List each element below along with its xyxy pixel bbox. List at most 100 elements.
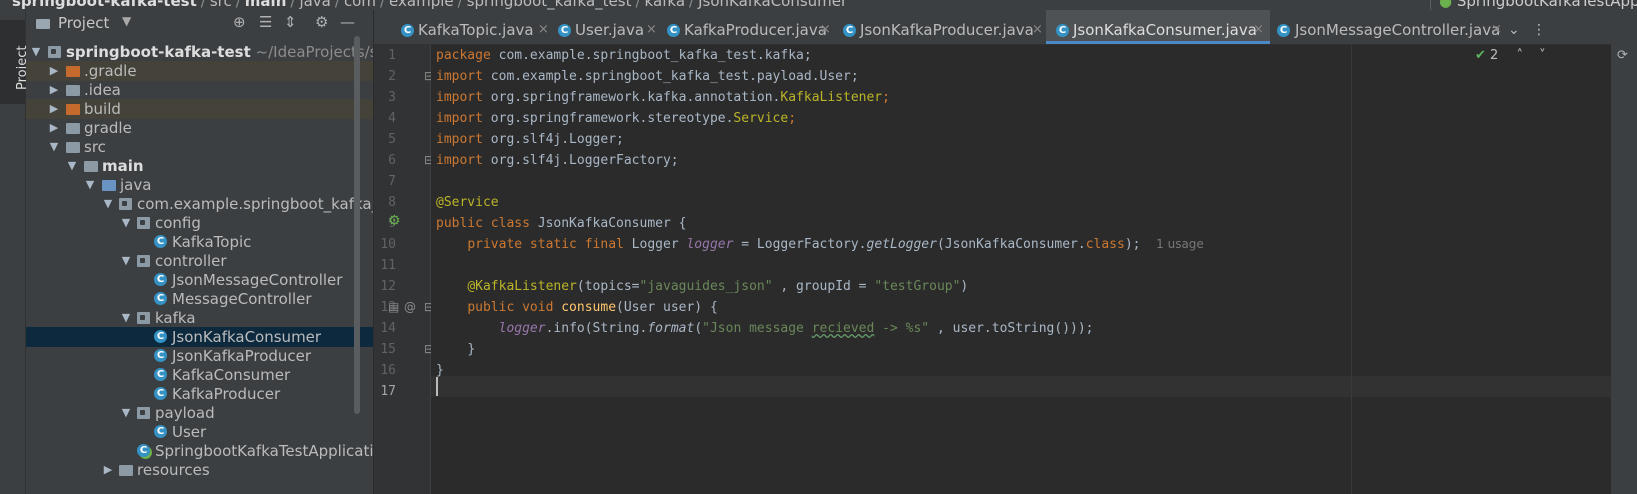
- collapse-all-icon[interactable]: ⇕: [284, 13, 297, 31]
- editor-tab-jsonkafkaproducer[interactable]: C JsonKafkaProducer.java ×: [840, 10, 1047, 44]
- chevron-down-icon[interactable]: ▼: [120, 403, 132, 423]
- tree-item-build[interactable]: ▶ build: [26, 99, 373, 119]
- chevron-down-icon[interactable]: ▼: [30, 42, 42, 62]
- tree-item-springbootkafkatestapplication[interactable]: C SpringbootKafkaTestApplicatio: [26, 441, 373, 461]
- gear-icon[interactable]: ⚙: [315, 13, 328, 31]
- spring-bean-icon[interactable]: ⚙: [388, 213, 401, 229]
- expand-all-icon[interactable]: ☰: [259, 13, 272, 31]
- module-folder-icon: [48, 46, 61, 58]
- chevron-down-icon[interactable]: ▼: [122, 14, 131, 28]
- breadcrumb-item[interactable]: main: [245, 0, 287, 10]
- close-icon[interactable]: ×: [820, 10, 831, 44]
- annotation-at-icon[interactable]: @: [404, 300, 416, 314]
- more-options-icon[interactable]: ⋮: [1532, 10, 1546, 44]
- code-line-5: import org.slf4j.Logger;: [436, 132, 624, 147]
- tree-item-controller[interactable]: ▼ controller: [26, 251, 373, 271]
- tree-item-gradle[interactable]: ▶ gradle: [26, 118, 373, 138]
- project-panel-title[interactable]: Project: [58, 14, 109, 32]
- tree-item-config[interactable]: ▼ config: [26, 213, 373, 233]
- refresh-icon[interactable]: ⟳: [1617, 48, 1628, 63]
- line-number: 2: [388, 69, 396, 84]
- chevron-down-icon[interactable]: ⌄: [1508, 10, 1520, 44]
- tree-item-label: com.example.springboot_kafka_te: [137, 195, 373, 213]
- editor-tab-kafkaproducer[interactable]: C KafkaProducer.java ×: [664, 10, 835, 44]
- chevron-down-icon[interactable]: ▼: [120, 251, 132, 271]
- tree-item-root-package[interactable]: ▼ com.example.springboot_kafka_te: [26, 194, 373, 214]
- breadcrumb-item[interactable]: example: [389, 0, 454, 10]
- editor-tab-jsonmessagecontroller[interactable]: C JsonMessageController.java ×: [1271, 10, 1505, 44]
- package-icon: [137, 255, 150, 267]
- editor-tab-bar: s C KafkaTopic.java × C User.java × C Ka…: [374, 10, 1637, 45]
- line-number: 14: [380, 321, 396, 336]
- inspection-widget[interactable]: ✔ 2 ˄ ˅: [1475, 48, 1546, 63]
- close-icon[interactable]: ×: [1253, 10, 1264, 44]
- tree-item-jsonkafkaconsumer[interactable]: C JsonKafkaConsumer: [26, 327, 373, 347]
- editor-tab-partial[interactable]: s: [374, 10, 388, 44]
- chevron-down-icon[interactable]: ˅: [1539, 48, 1546, 63]
- breadcrumb-item[interactable]: JsonKafkaConsumer: [698, 0, 847, 10]
- class-icon: C: [154, 387, 167, 400]
- tree-item-user[interactable]: C User: [26, 422, 373, 442]
- editor-tab-user[interactable]: C User.java ×: [555, 10, 661, 44]
- project-tree-scrollbar[interactable]: [354, 36, 360, 414]
- close-icon[interactable]: ×: [538, 10, 549, 44]
- folder-icon: [84, 161, 98, 172]
- tree-item-payload[interactable]: ▼ payload: [26, 403, 373, 423]
- tree-item-label: KafkaTopic: [172, 233, 252, 251]
- tree-item-java[interactable]: ▼ java: [26, 175, 373, 195]
- class-icon: C: [154, 235, 167, 248]
- tree-item-main[interactable]: ▼ main: [26, 156, 373, 176]
- usage-hint[interactable]: 1 usage: [1156, 237, 1204, 251]
- tree-item-kafkaproducer[interactable]: C KafkaProducer: [26, 384, 373, 404]
- code-line-4: import org.springframework.stereotype.Se…: [436, 111, 797, 126]
- hide-panel-icon[interactable]: —: [340, 13, 355, 31]
- tree-item-src[interactable]: ▼ src: [26, 137, 373, 157]
- close-icon[interactable]: ×: [1032, 10, 1043, 44]
- chevron-right-icon[interactable]: ▶: [48, 80, 60, 100]
- tab-label: JsonKafkaConsumer.java: [1073, 21, 1257, 39]
- breadcrumb-item[interactable]: springboot-kafka-test: [12, 0, 197, 10]
- chevron-up-icon[interactable]: ˄: [1516, 48, 1523, 63]
- chevron-right-icon[interactable]: ▶: [48, 61, 60, 81]
- tree-item-resources[interactable]: ▶ resources: [26, 460, 373, 480]
- tree-item-jsonkafkaproducer[interactable]: C JsonKafkaProducer: [26, 346, 373, 366]
- class-icon: C: [667, 24, 680, 37]
- code-editor[interactable]: package com.example.springboot_kafka_tes…: [431, 45, 1637, 494]
- close-icon[interactable]: ×: [646, 10, 657, 44]
- chevron-down-icon[interactable]: ▼: [84, 175, 96, 195]
- close-icon[interactable]: ×: [1491, 10, 1502, 44]
- chevron-right-icon[interactable]: ▶: [48, 99, 60, 119]
- breadcrumb-item[interactable]: springboot_kafka_test: [467, 0, 632, 10]
- tree-item-gradle-cache[interactable]: ▶ .gradle: [26, 61, 373, 81]
- tree-item-kafkaconsumer[interactable]: C KafkaConsumer: [26, 365, 373, 385]
- breadcrumb-item[interactable]: java: [299, 0, 330, 10]
- breadcrumb-item[interactable]: com: [344, 0, 376, 10]
- tree-item-label: java: [120, 176, 152, 194]
- editor-tab-kafkatopic[interactable]: C KafkaTopic.java ×: [398, 10, 555, 44]
- tree-item-springboot-kafka-test[interactable]: ▼ springboot-kafka-test ~/IdeaProjects/s…: [26, 42, 373, 62]
- chevron-down-icon[interactable]: ▼: [102, 194, 114, 214]
- breadcrumb-item[interactable]: src: [210, 0, 232, 10]
- tree-item-kafkatopic[interactable]: C KafkaTopic: [26, 232, 373, 252]
- chevron-right-icon[interactable]: ▶: [48, 118, 60, 138]
- tree-item-jsonmessagecontroller[interactable]: C JsonMessageController: [26, 270, 373, 290]
- editor-gutter: 1 2 3 4 5 6 7 8 9 10 11 12 13 14 15 16 1…: [374, 45, 434, 494]
- tree-item-kafka[interactable]: ▼ kafka: [26, 308, 373, 328]
- project-tool-tab[interactable]: Project: [0, 20, 30, 104]
- current-line-highlight: [431, 376, 1637, 397]
- chevron-down-icon[interactable]: ▼: [48, 137, 60, 157]
- kafka-listener-icon[interactable]: ▤: [388, 300, 399, 314]
- tree-item-idea[interactable]: ▶ .idea: [26, 80, 373, 100]
- chevron-down-icon[interactable]: ▼: [66, 156, 78, 176]
- right-margin-guide: [1351, 45, 1352, 494]
- chevron-down-icon[interactable]: ▼: [120, 213, 132, 233]
- run-configuration-selector[interactable]: ● SpringbootKafkaTestAppli: [1430, 0, 1637, 10]
- editor-tab-jsonkafkaconsumer[interactable]: C JsonKafkaConsumer.java ×: [1046, 10, 1270, 44]
- tree-item-label: src: [84, 138, 106, 156]
- breadcrumb-item[interactable]: kafka: [645, 0, 686, 10]
- tree-item-messagecontroller[interactable]: C MessageController: [26, 289, 373, 309]
- chevron-down-icon[interactable]: ▼: [120, 308, 132, 328]
- tree-item-label: KafkaProducer: [172, 385, 281, 403]
- chevron-right-icon[interactable]: ▶: [102, 460, 114, 480]
- locate-file-icon[interactable]: ⊕: [233, 13, 246, 31]
